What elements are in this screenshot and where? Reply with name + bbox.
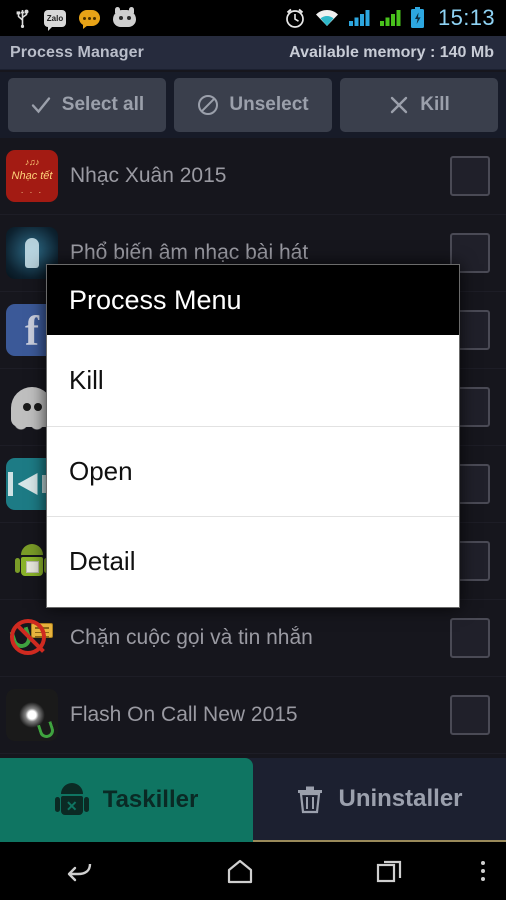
- nhac-xuan-icon: ♪♫♪ Nhạc tết · · ·: [6, 150, 58, 202]
- unselect-label: Unselect: [229, 94, 309, 115]
- process-name: Phổ biến âm nhạc bài hát: [70, 241, 309, 264]
- android-kill-icon: ✕: [54, 783, 89, 817]
- process-name: Chặn cuộc gọi và tin nhắn: [70, 626, 313, 649]
- process-checkbox[interactable]: [450, 618, 490, 658]
- tab-taskiller-label: Taskiller: [102, 786, 199, 813]
- list-item[interactable]: Flash On Call New 2015: [0, 677, 506, 754]
- back-icon[interactable]: [0, 858, 160, 884]
- flash-call-icon: [6, 689, 58, 741]
- app-header: Process Manager Available memory : 140 M…: [0, 36, 506, 70]
- dialog-header: Process Menu: [47, 265, 459, 335]
- menu-item-open[interactable]: Open: [47, 425, 459, 517]
- available-memory-label: Available memory : 140 Mb: [289, 43, 494, 61]
- menu-item-kill[interactable]: Kill: [47, 335, 459, 426]
- robot-face-icon: [113, 6, 136, 27]
- select-all-label: Select all: [61, 94, 145, 115]
- call-block-icon: [6, 612, 58, 664]
- bottom-tab-bar: ✕ Taskiller Uninstaller: [0, 758, 506, 842]
- home-icon[interactable]: [160, 858, 320, 884]
- battery-charging-icon: [410, 7, 424, 28]
- zalo-icon: Zalo: [44, 9, 66, 31]
- status-bar-left-icons: Zalo: [0, 6, 136, 31]
- list-item[interactable]: ♪♫♪ Nhạc tết · · · Nhạc Xuân 2015: [0, 138, 506, 215]
- signal-sim2-icon: [379, 10, 401, 26]
- list-item[interactable]: Chặn cuộc gọi và tin nhắn: [0, 600, 506, 677]
- select-all-button[interactable]: Select all: [8, 78, 166, 132]
- dialog-title: Process Menu: [69, 284, 242, 315]
- phone-screen: Zalo 15:13 Process Manager Available mem…: [0, 0, 506, 900]
- trash-icon: [298, 786, 323, 814]
- process-name: Nhạc Xuân 2015: [70, 164, 227, 187]
- unselect-button[interactable]: Unselect: [174, 78, 332, 132]
- tab-uninstaller-label: Uninstaller: [338, 785, 463, 812]
- close-icon: [391, 96, 408, 114]
- menu-item-detail[interactable]: Detail: [47, 516, 459, 607]
- wifi-icon: [315, 10, 338, 26]
- process-checkbox[interactable]: [450, 156, 490, 196]
- check-icon: [31, 97, 50, 114]
- status-bar-right-icons: 15:13: [284, 5, 506, 31]
- alarm-icon: [286, 8, 304, 28]
- system-navigation-bar: [0, 842, 506, 900]
- tab-uninstaller[interactable]: Uninstaller: [253, 758, 506, 842]
- action-toolbar: Select all Unselect Kill: [0, 72, 506, 138]
- ban-icon: [198, 95, 219, 115]
- usb-icon: [16, 9, 29, 28]
- signal-sim1-icon: [348, 10, 370, 26]
- page-title: Process Manager: [10, 43, 145, 61]
- dialog-body: Kill Open Detail: [47, 335, 459, 607]
- kill-label: Kill: [420, 94, 450, 115]
- process-checkbox[interactable]: [450, 695, 490, 735]
- zalo-icon-label: Zalo: [46, 13, 64, 23]
- recents-icon[interactable]: [320, 858, 460, 884]
- status-bar-clock: 15:13: [437, 5, 495, 30]
- process-name: Flash On Call New 2015: [70, 703, 298, 726]
- kill-button[interactable]: Kill: [340, 78, 498, 132]
- overflow-menu-icon[interactable]: [460, 861, 506, 881]
- tab-taskiller[interactable]: ✕ Taskiller: [0, 758, 253, 842]
- message-icon: [79, 10, 100, 29]
- status-bar: Zalo 15:13: [0, 0, 506, 36]
- process-menu-dialog: Process Menu Kill Open Detail: [46, 264, 460, 608]
